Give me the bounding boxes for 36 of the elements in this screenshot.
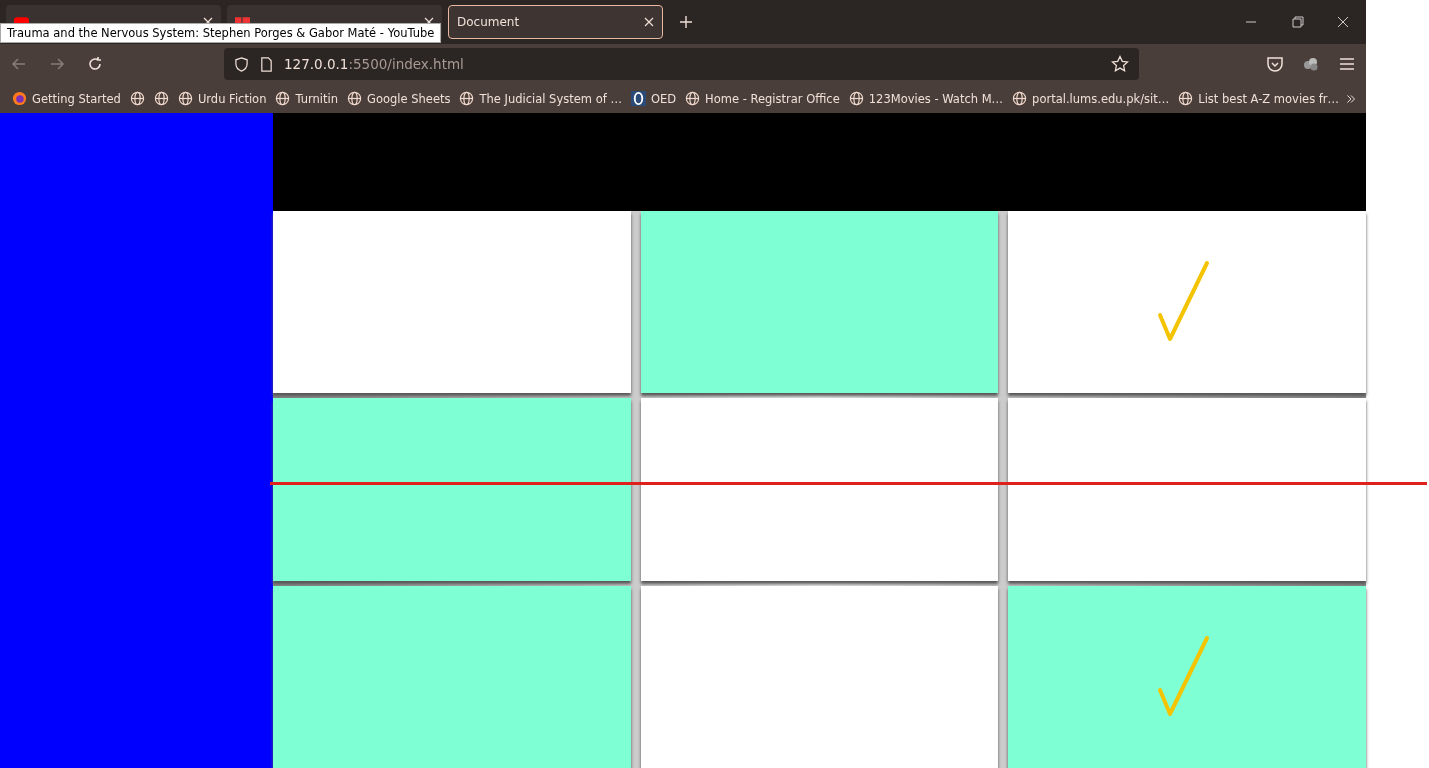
globe-icon	[1178, 91, 1194, 106]
bookmark[interactable]: Turnitin	[273, 91, 340, 106]
tooltip: Trauma and the Nervous System: Stephen Porges & Gabor Maté - YouTube	[0, 23, 442, 43]
bookmark[interactable]: The Judicial System of …	[457, 91, 624, 106]
globe-icon	[685, 91, 701, 106]
bookmark[interactable]: 123Movies - Watch M…	[846, 91, 1006, 106]
globe-icon	[1012, 91, 1028, 106]
reload-icon[interactable]	[86, 55, 104, 73]
url-host: 127.0.0.1	[284, 56, 349, 72]
address-bar[interactable]: 127.0.0.1:5500/index.html	[224, 48, 1139, 80]
firefox-icon	[12, 91, 27, 106]
bookmark-icon	[153, 91, 169, 106]
star-icon[interactable]	[1111, 55, 1129, 73]
bookmark[interactable]: Urdu Fiction	[175, 91, 269, 106]
page-icon	[259, 56, 274, 72]
url-path: :5500/index.html	[348, 56, 464, 72]
bookmark[interactable]: Getting Started	[10, 91, 123, 106]
bookmark[interactable]: List best A-Z movies fr…	[1176, 91, 1342, 106]
close-icon[interactable]	[644, 17, 654, 27]
globe-icon	[275, 91, 291, 106]
globe-icon	[848, 91, 864, 106]
globe-icon	[347, 91, 362, 106]
browser-tab[interactable]: Document	[448, 5, 663, 39]
globe-icon	[459, 91, 475, 106]
pocket-icon[interactable]	[1266, 55, 1284, 73]
shield-icon	[234, 56, 249, 72]
menu-icon[interactable]	[1338, 55, 1356, 73]
new-tab-icon[interactable]	[679, 15, 693, 29]
bookmark[interactable]: Google Sheets	[345, 91, 453, 106]
bookmark[interactable]: Home - Registrar Office	[683, 91, 842, 106]
bookmark[interactable]: portal.lums.edu.pk/sit…	[1010, 91, 1172, 106]
oed-icon	[630, 91, 646, 106]
extension-icon[interactable]	[1302, 55, 1320, 73]
bookmark-icon	[129, 91, 145, 106]
bookmark[interactable]: OED	[628, 91, 679, 106]
globe-icon	[177, 91, 193, 106]
